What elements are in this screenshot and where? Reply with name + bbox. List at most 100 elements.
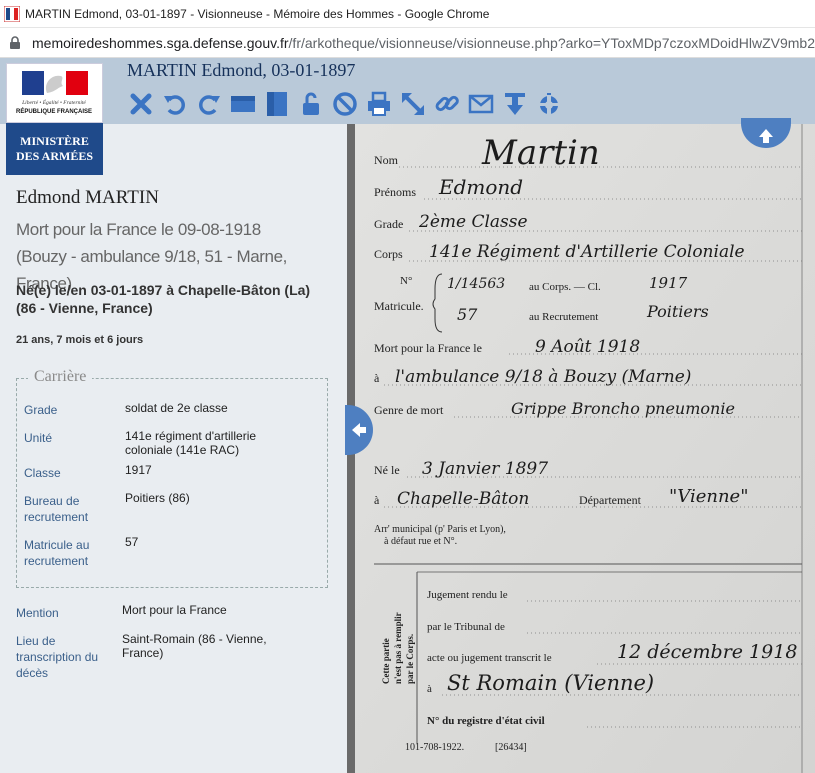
marianne-icon: Liberté • Égalité • Fraternité RÉPUBLIQU…: [16, 71, 92, 115]
svg-text:1917: 1917: [649, 274, 688, 292]
ministry-logo[interactable]: Liberté • Égalité • Fraternité RÉPUBLIQU…: [6, 63, 103, 175]
svg-text:Grade: Grade: [374, 217, 403, 231]
help-button[interactable]: [534, 89, 564, 119]
svg-text:Chapelle-Bâton: Chapelle-Bâton: [397, 489, 529, 509]
svg-text:à: à: [374, 371, 380, 385]
svg-text:acte ou jugement transcrit le: acte ou jugement transcrit le: [427, 652, 552, 664]
svg-text:Département: Département: [579, 493, 642, 507]
svg-text:Edmond: Edmond: [438, 175, 523, 199]
career-legend: Carrière: [28, 368, 93, 386]
unlock-button[interactable]: [296, 89, 326, 119]
transcription-place-value: Saint-Romain (86 - Vienne, France): [122, 632, 267, 660]
print-icon: [368, 91, 390, 116]
mail-button[interactable]: [466, 89, 496, 119]
unit-label: Unité: [24, 431, 53, 445]
arrow-up-icon: [759, 129, 773, 143]
svg-text:par le Corps.: par le Corps.: [405, 634, 415, 684]
fullscreen-button[interactable]: [398, 89, 428, 119]
svg-text:Grippe Broncho pneumonie: Grippe Broncho pneumonie: [511, 399, 735, 418]
svg-text:par le Tribunal de: par le Tribunal de: [427, 621, 505, 633]
print-button[interactable]: [364, 89, 394, 119]
matricule-label: Matricule au recrutement: [24, 538, 90, 568]
ministry-line1: MINISTÈRE: [20, 134, 89, 148]
rotate-right-button[interactable]: [194, 89, 224, 119]
svg-text:2ème Classe: 2ème Classe: [418, 212, 528, 232]
browser-titlebar: MARTIN Edmond, 03-01-1897 - Visionneuse …: [0, 0, 815, 28]
recruitment-office-label: Bureau de recrutement: [24, 494, 89, 524]
svg-text:l'ambulance 9/18 à Bouzy (Marn: l'ambulance 9/18 à Bouzy (Marne): [395, 367, 691, 387]
rotate-left-icon: [164, 95, 185, 115]
svg-text:101-708-1922.: 101-708-1922.: [405, 742, 464, 753]
mention-value: Mort pour la France: [122, 603, 227, 617]
age-at-death: 21 ans, 7 mois et 6 jours: [16, 334, 144, 346]
matricule-value: 57: [125, 535, 139, 549]
fit-width-button[interactable]: [228, 89, 258, 119]
svg-text:Prénoms: Prénoms: [374, 185, 416, 199]
class-label: Classe: [24, 466, 61, 480]
birth-info: Né(e) le/en 03-01-1897 à Chapelle-Bâton …: [16, 282, 311, 316]
grade-value: soldat de 2e classe: [125, 401, 228, 415]
svg-text:141e Régiment d'Artillerie Col: 141e Régiment d'Artillerie Coloniale: [429, 242, 745, 262]
rotate-right-icon: [199, 95, 220, 115]
unit-value: 141e régiment d'artillerie coloniale (14…: [125, 429, 257, 457]
fit-height-icon: [267, 92, 287, 116]
svg-text:RÉPUBLIQUE FRANÇAISE: RÉPUBLIQUE FRANÇAISE: [16, 107, 92, 115]
mention-label: Mention: [16, 606, 59, 620]
fullscreen-icon: [402, 93, 424, 115]
url-host: memoiredeshommes.sga.defense.gouv.fr: [32, 34, 289, 51]
svg-text:[26434]: [26434]: [495, 742, 527, 753]
rotate-left-button[interactable]: [160, 89, 190, 119]
svg-text:à: à: [427, 683, 432, 695]
republic-logo: Liberté • Égalité • Fraternité RÉPUBLIQU…: [6, 63, 103, 123]
svg-text:à: à: [374, 493, 380, 507]
svg-text:N° du registre d'état civil: N° du registre d'état civil: [427, 715, 545, 727]
svg-text:Mort pour la France le: Mort pour la France le: [374, 341, 482, 355]
browser-tab-title: MARTIN Edmond, 03-01-1897 - Visionneuse …: [25, 6, 490, 21]
svg-text:Poitiers: Poitiers: [646, 302, 709, 321]
document-viewer[interactable]: Nom Prénoms Grade Corps N° Matricule. au…: [347, 124, 815, 773]
svg-text:1/14563: 1/14563: [447, 276, 505, 292]
class-value: 1917: [125, 463, 152, 477]
svg-text:Jugement rendu le: Jugement rendu le: [427, 589, 508, 601]
svg-text:Genre de mort: Genre de mort: [374, 403, 444, 417]
recruitment-office-value: Poitiers (86): [125, 491, 190, 505]
svg-text:Corps: Corps: [374, 247, 403, 261]
download-button[interactable]: [500, 89, 530, 119]
svg-text:9 Août 1918: 9 Août 1918: [535, 337, 640, 357]
link-button[interactable]: [432, 89, 462, 119]
download-icon: [505, 93, 525, 115]
forbidden-button[interactable]: [330, 89, 360, 119]
svg-text:n'est pas à remplir: n'est pas à remplir: [393, 612, 403, 684]
svg-text:"Vienne": "Vienne": [669, 486, 749, 507]
link-icon: [435, 95, 459, 112]
page-title: MARTIN Edmond, 03-01-1897: [127, 60, 356, 80]
url-path: /fr/arkotheque/visionneuse/visionneuse.p…: [288, 34, 815, 51]
ministry-line2: DES ARMÉES: [15, 149, 94, 163]
svg-text:12 décembre 1918: 12 décembre 1918: [617, 641, 797, 663]
arrow-left-icon: [352, 423, 366, 437]
svg-text:Cette partie: Cette partie: [381, 638, 391, 684]
ministry-label: MINISTÈRE DES ARMÉES: [6, 123, 103, 175]
transcription-place-label: Lieu de transcription du décès: [16, 634, 99, 680]
grade-label: Grade: [24, 403, 58, 417]
svg-text:N°: N°: [400, 275, 412, 287]
viewer-toolbar: [126, 89, 564, 119]
unlock-icon: [303, 92, 319, 115]
mail-icon: [468, 94, 494, 114]
url-text[interactable]: memoiredeshommes.sga.defense.gouv.fr/fr/…: [32, 35, 815, 51]
svg-text:Arr' municipal (p' Paris et Ly: Arr' municipal (p' Paris et Lyon),: [374, 524, 506, 535]
svg-text:57: 57: [457, 305, 478, 324]
close-button[interactable]: [126, 89, 156, 119]
address-bar[interactable]: memoiredeshommes.sga.defense.gouv.fr/fr/…: [0, 28, 815, 58]
lock-icon: [10, 35, 20, 49]
death-record-scan: Nom Prénoms Grade Corps N° Matricule. au…: [347, 124, 815, 773]
fit-width-icon: [231, 96, 255, 112]
svg-text:St Romain (Vienne): St Romain (Vienne): [447, 671, 654, 695]
svg-text:Matricule.: Matricule.: [374, 299, 424, 313]
svg-text:au Corps. — Cl.: au Corps. — Cl.: [529, 281, 601, 293]
svg-text:Liberté • Égalité • Fraternité: Liberté • Égalité • Fraternité: [21, 98, 86, 106]
svg-text:Martin: Martin: [481, 133, 600, 173]
fit-height-button[interactable]: [262, 89, 292, 119]
person-name: Edmond MARTIN: [16, 187, 159, 208]
lifebuoy-icon: [539, 93, 559, 115]
